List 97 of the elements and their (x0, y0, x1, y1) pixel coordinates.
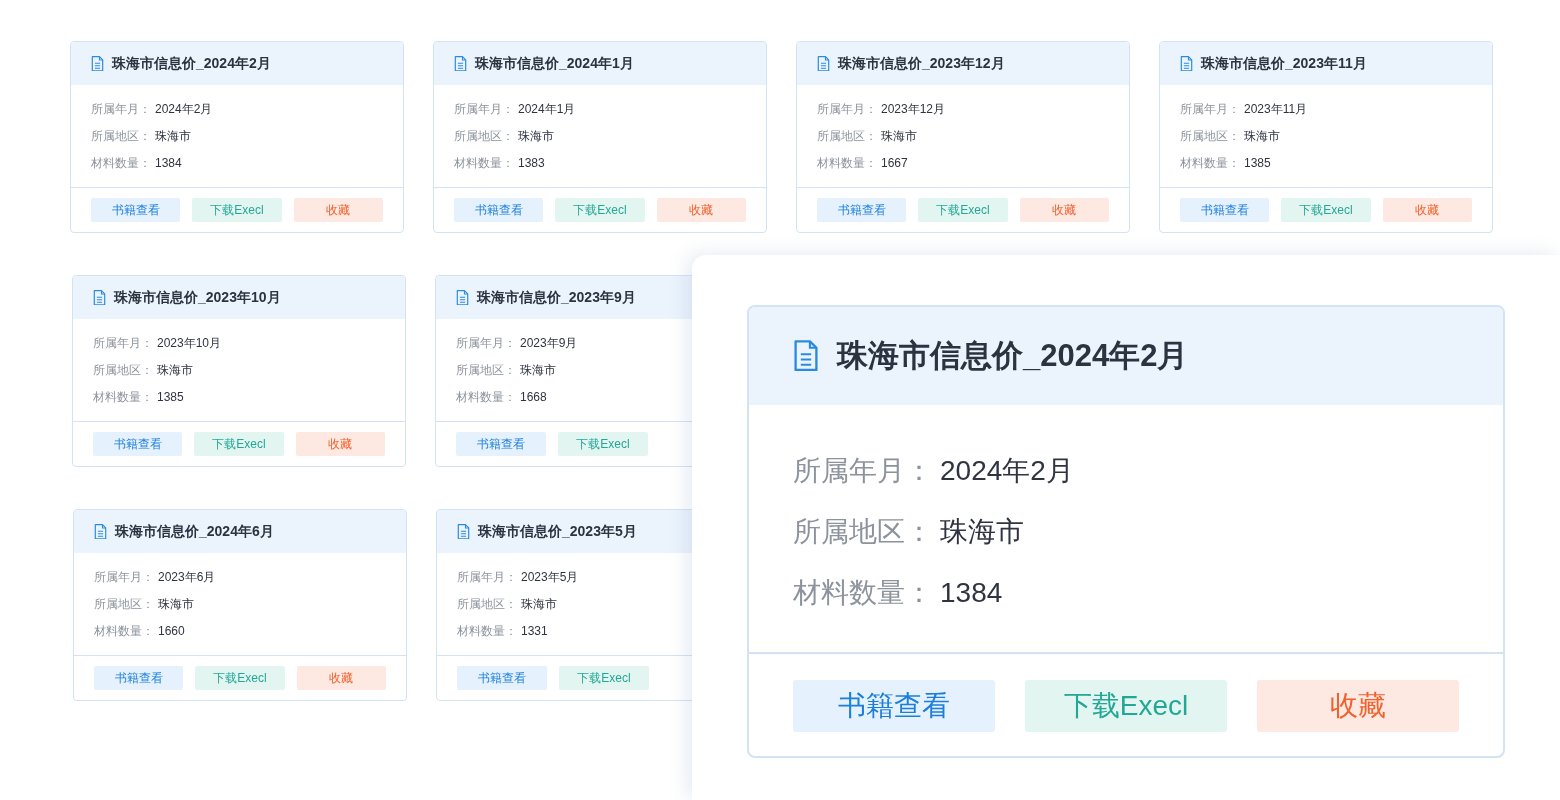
view-book-button[interactable]: 书籍查看 (1180, 198, 1270, 222)
field-value: 珠海市 (881, 128, 917, 145)
field-label: 材料数量： (457, 623, 518, 640)
field-value: 1385 (157, 389, 184, 406)
document-icon (1180, 55, 1193, 72)
document-icon (793, 340, 819, 372)
document-icon (93, 289, 106, 306)
field-value: 2023年9月 (520, 335, 578, 352)
download-button[interactable]: 下载Execl (192, 198, 282, 222)
field-value: 1660 (158, 623, 185, 640)
field-value: 1668 (520, 389, 547, 406)
field-label: 材料数量： (1180, 155, 1241, 172)
field-label: 所属年月： (793, 454, 934, 488)
document-icon (454, 55, 467, 72)
field-label: 材料数量： (817, 155, 878, 172)
field-value: 珠海市 (520, 362, 556, 379)
card-title: 珠海市信息价_2024年6月 (115, 522, 274, 541)
field-label: 材料数量： (454, 155, 515, 172)
field-value: 珠海市 (940, 515, 1024, 549)
field-value: 2024年2月 (940, 454, 1074, 488)
field-label: 所属地区： (456, 362, 517, 379)
field-value: 1331 (521, 623, 548, 640)
card-title: 珠海市信息价_2023年12月 (838, 54, 1005, 73)
field-value: 2024年2月 (155, 101, 213, 118)
view-book-button[interactable]: 书籍查看 (93, 432, 183, 456)
field-value: 1667 (881, 155, 908, 172)
field-label: 材料数量： (793, 576, 934, 610)
field-label: 所属地区： (457, 596, 518, 613)
field-value: 2023年10月 (157, 335, 222, 352)
favorite-button[interactable]: 收藏 (1382, 198, 1472, 222)
favorite-button[interactable]: 收藏 (656, 198, 746, 222)
view-book-button[interactable]: 书籍查看 (793, 680, 995, 732)
view-book-button[interactable]: 书籍查看 (454, 198, 544, 222)
card-title: 珠海市信息价_2023年10月 (114, 288, 281, 307)
view-book-button[interactable]: 书籍查看 (456, 432, 546, 456)
view-book-button[interactable]: 书籍查看 (817, 198, 907, 222)
download-button[interactable]: 下载Execl (1025, 680, 1227, 732)
favorite-button[interactable]: 收藏 (1019, 198, 1109, 222)
field-label: 所属年月： (91, 101, 152, 118)
field-value: 2024年1月 (518, 101, 576, 118)
field-value: 2023年6月 (158, 569, 216, 586)
card-title: 珠海市信息价_2023年9月 (477, 288, 636, 307)
field-value: 珠海市 (1244, 128, 1280, 145)
field-label: 材料数量： (91, 155, 152, 172)
field-value: 2023年12月 (881, 101, 946, 118)
field-label: 所属地区： (93, 362, 154, 379)
field-value: 2023年5月 (521, 569, 579, 586)
view-book-button[interactable]: 书籍查看 (91, 198, 181, 222)
document-icon (94, 523, 107, 540)
field-value: 珠海市 (155, 128, 191, 145)
download-button[interactable]: 下载Execl (555, 198, 645, 222)
field-value: 1384 (155, 155, 182, 172)
field-value: 1385 (1244, 155, 1271, 172)
field-label: 所属年月： (817, 101, 878, 118)
card-title: 珠海市信息价_2024年1月 (475, 54, 634, 73)
field-label: 所属年月： (454, 101, 515, 118)
favorite-button[interactable]: 收藏 (296, 666, 386, 690)
favorite-button[interactable]: 收藏 (293, 198, 383, 222)
field-label: 所属年月： (1180, 101, 1241, 118)
field-value: 1384 (940, 576, 1003, 610)
field-value: 2023年11月 (1244, 101, 1308, 118)
download-button[interactable]: 下载Execl (559, 666, 649, 690)
view-book-button[interactable]: 书籍查看 (94, 666, 184, 690)
field-label: 所属地区： (454, 128, 515, 145)
field-label: 所属地区： (817, 128, 878, 145)
document-icon (91, 55, 104, 72)
field-label: 所属地区： (1180, 128, 1241, 145)
document-icon (456, 289, 469, 306)
download-button[interactable]: 下载Execl (918, 198, 1008, 222)
favorite-button[interactable]: 收藏 (1257, 680, 1459, 732)
view-book-button[interactable]: 书籍查看 (457, 666, 547, 690)
favorite-button[interactable]: 收藏 (295, 432, 385, 456)
card-title: 珠海市信息价_2024年2月 (112, 54, 271, 73)
field-value: 珠海市 (157, 362, 193, 379)
field-label: 所属年月： (94, 569, 155, 586)
field-value: 珠海市 (158, 596, 194, 613)
field-value: 珠海市 (521, 596, 557, 613)
field-label: 材料数量： (456, 389, 517, 406)
field-label: 所属地区： (793, 515, 934, 549)
field-label: 所属地区： (91, 128, 152, 145)
field-value: 1383 (518, 155, 545, 172)
field-value: 珠海市 (518, 128, 554, 145)
field-label: 所属地区： (94, 596, 155, 613)
field-label: 所属年月： (93, 335, 154, 352)
download-button[interactable]: 下载Execl (558, 432, 648, 456)
download-button[interactable]: 下载Execl (195, 666, 285, 690)
document-icon (457, 523, 470, 540)
card-title: 珠海市信息价_2023年11月 (1201, 54, 1367, 73)
document-icon (817, 55, 830, 72)
card-title: 珠海市信息价_2023年5月 (478, 522, 637, 541)
download-button[interactable]: 下载Execl (194, 432, 284, 456)
field-label: 材料数量： (93, 389, 154, 406)
download-button[interactable]: 下载Execl (1281, 198, 1371, 222)
field-label: 所属年月： (456, 335, 517, 352)
card-title: 珠海市信息价_2024年2月 (837, 336, 1189, 375)
field-label: 材料数量： (94, 623, 155, 640)
field-label: 所属年月： (457, 569, 518, 586)
